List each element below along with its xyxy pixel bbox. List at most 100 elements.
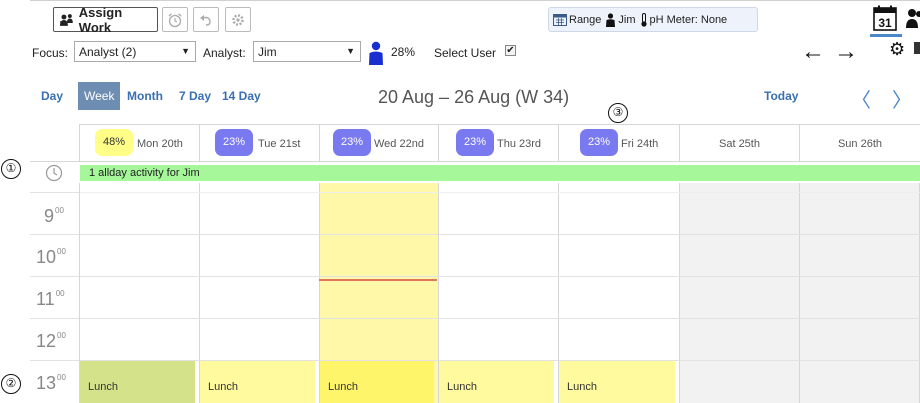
focus-bar: Focus: Analyst (2) ▼ Analyst: Jim ▼ Sele… <box>0 37 920 67</box>
arrow-left-icon[interactable]: ← <box>801 40 825 64</box>
alarm-clock-icon <box>168 12 182 27</box>
hour-minutes: 00 <box>57 331 66 340</box>
tab-week[interactable]: Week <box>78 82 121 110</box>
hour-label-12: 1200 <box>36 331 76 352</box>
slot-line <box>80 276 920 277</box>
utilization-badge: 23% <box>580 129 618 156</box>
lunch-event-tue[interactable]: Lunch <box>200 361 315 403</box>
utilization-badge: 23% <box>333 129 371 156</box>
hour-rule <box>30 234 79 235</box>
chevron-down-icon: ▼ <box>181 46 190 56</box>
tab-day[interactable]: Day <box>35 82 69 110</box>
chevron-down-icon: ▼ <box>346 46 355 56</box>
hour-label-13: 1300 <box>36 373 76 394</box>
assign-work-label: Assign Work <box>78 4 123 35</box>
allday-activity-bar[interactable]: 1 allday activity for Jim <box>80 165 920 181</box>
ph-meter-segment: pH Meter: None <box>640 12 728 27</box>
day-label: Wed 22nd <box>374 138 424 150</box>
top-toolbar: Assign Work Range Jim pH Meter: None 31 <box>0 0 920 37</box>
alarm-button[interactable] <box>162 7 188 32</box>
previous-week-icon[interactable]: 〈 <box>851 84 871 113</box>
select-user-label: Select User <box>434 46 497 60</box>
utilization-badge: 48% <box>95 129 133 156</box>
day-label: Fri 24th <box>621 138 659 150</box>
day-label: Mon 20th <box>137 138 183 150</box>
day-header-wed[interactable]: 23% Wed 22nd <box>319 124 438 161</box>
day-header-sun[interactable]: Sun 26th <box>799 124 920 161</box>
analyst-select-value: Jim <box>258 45 277 59</box>
user-segment: Jim <box>605 12 636 27</box>
calendar-view-icon[interactable]: 31 <box>873 5 897 31</box>
day-label: Tue 21st <box>258 138 301 150</box>
tab-14-day[interactable]: 14 Day <box>216 82 267 110</box>
user-label: Jim <box>618 13 636 26</box>
callout-marker-3: ③ <box>608 103 628 123</box>
calendar-grid-icon <box>553 14 567 26</box>
lunch-event-thu[interactable]: Lunch <box>439 361 554 403</box>
day-label: Sat 25th <box>719 138 760 150</box>
hour-number: 13 <box>36 373 57 393</box>
hour-label-10: 1000 <box>36 247 76 268</box>
assign-work-button[interactable]: Assign Work <box>53 4 158 35</box>
current-time-indicator <box>319 279 437 281</box>
hour-rule <box>30 192 79 193</box>
utilization-percent: 28% <box>391 45 416 59</box>
hour-minutes: 00 <box>57 373 66 382</box>
analyst-select[interactable]: Jim ▼ <box>253 41 361 62</box>
callout-marker-1: ① <box>1 159 21 179</box>
slot-line <box>80 234 920 235</box>
date-range-title: 20 Aug – 26 Aug (W 34) <box>378 87 570 107</box>
day-column-sun[interactable] <box>799 183 920 403</box>
allday-row: 1 allday activity for Jim <box>30 161 920 183</box>
slot-line <box>80 318 920 319</box>
ph-meter-label: pH Meter: None <box>649 13 728 26</box>
range-segment: Range <box>553 13 601 26</box>
day-header-sat[interactable]: Sat 25th <box>679 124 799 161</box>
person-icon <box>606 12 616 27</box>
hour-label-9: 900 <box>44 206 84 227</box>
hour-rule <box>30 318 79 319</box>
utilization-badge: 23% <box>456 129 494 156</box>
hour-label-11: 1100 <box>36 289 76 310</box>
tab-7-day[interactable]: 7 Day <box>173 82 217 110</box>
day-column-sat[interactable] <box>679 183 799 403</box>
slot-line <box>80 192 920 193</box>
focus-select-value: Analyst (2) <box>79 45 137 59</box>
thermometer-icon <box>640 12 647 27</box>
hour-number: 12 <box>36 331 57 351</box>
clock-icon <box>45 164 63 182</box>
undo-icon <box>200 14 211 26</box>
focus-select[interactable]: Analyst (2) ▼ <box>74 41 196 62</box>
range-summary[interactable]: Range Jim pH Meter: None <box>548 7 758 32</box>
day-header-tue[interactable]: 23% Tue 21st <box>199 124 319 161</box>
utilization-badge: 23% <box>215 129 253 156</box>
people-view-icon[interactable] <box>906 8 920 30</box>
select-user-checkbox[interactable]: ✔ <box>505 45 516 56</box>
arrow-right-icon[interactable]: → <box>834 40 858 64</box>
lunch-event-fri[interactable]: Lunch <box>559 361 675 403</box>
assign-users-icon <box>59 13 73 26</box>
hour-minutes: 00 <box>55 289 65 298</box>
hour-minutes: 00 <box>55 206 64 215</box>
gear-icon[interactable]: ⚙ <box>889 39 905 60</box>
toolbar-divider <box>30 0 920 1</box>
calendar-view-day: 31 <box>878 16 892 30</box>
settings-cog-button[interactable] <box>225 7 251 32</box>
day-label: Thu 23rd <box>497 138 542 150</box>
hour-minutes: 00 <box>57 247 66 256</box>
range-label: Range <box>569 13 602 26</box>
menu-icon[interactable] <box>914 42 920 54</box>
day-header-thu[interactable]: 23% Thu 23rd <box>438 124 558 161</box>
hour-number: 11 <box>36 289 55 309</box>
lunch-event-mon[interactable]: Lunch <box>80 361 195 403</box>
day-header-fri[interactable]: 23% Fri 24th <box>558 124 679 161</box>
day-label: Sun 26th <box>837 138 883 150</box>
today-button[interactable]: Today <box>764 89 798 103</box>
next-week-icon[interactable]: 〉 <box>892 84 912 113</box>
undo-button[interactable] <box>193 7 219 32</box>
day-header-mon[interactable]: 48% Mon 20th <box>79 124 199 161</box>
week-calendar-grid: 48% Mon 20th 23% Tue 21st 23% Wed 22nd 2… <box>30 124 920 403</box>
lunch-event-wed[interactable]: Lunch <box>320 361 434 403</box>
tab-month[interactable]: Month <box>121 82 169 110</box>
callout-marker-2: ② <box>1 374 21 394</box>
